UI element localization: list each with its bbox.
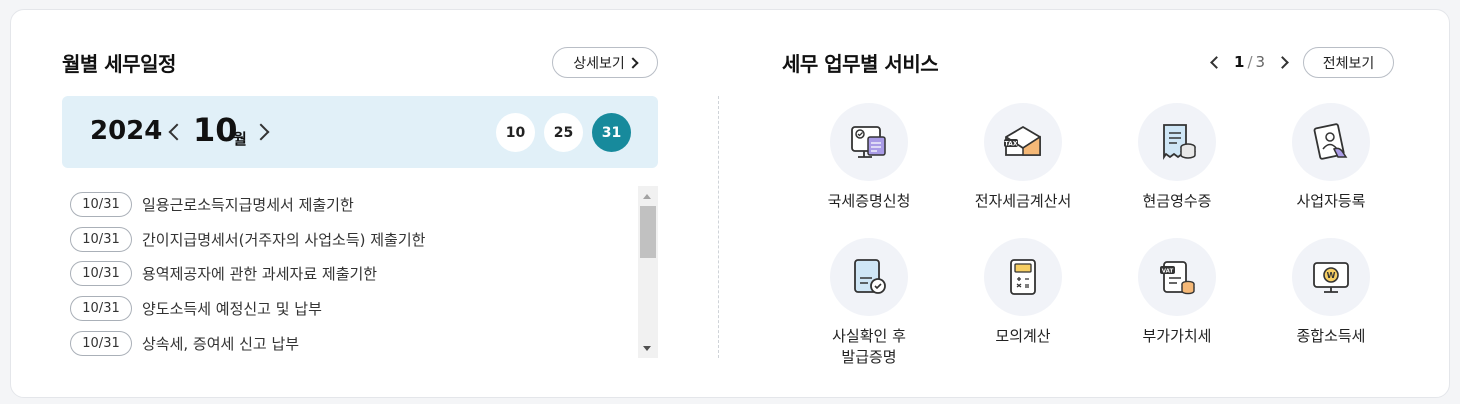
list-item[interactable]: 10/31 일용근로소득지급명세서 제출기한 [70,191,630,217]
date-tag: 10/31 [70,260,132,286]
chevron-left-icon [168,123,186,141]
detail-button-label: 상세보기 [573,55,625,72]
view-all-button[interactable]: 전체보기 [1303,47,1394,78]
list-item[interactable]: 10/31 상속세, 증여세 신고 납부 [70,330,630,356]
list-item[interactable]: 10/31 양도소득세 예정신고 및 납부 [70,295,630,321]
service-cash-receipt[interactable]: 현금영수증 [1102,103,1252,212]
services-panel: 세무 업무별 서비스 1 / 3 전체보기 국세증명신청 TAX 전자세금계산서… [782,10,1394,397]
schedule-text: 용역제공자에 관한 과세자료 제출기한 [142,264,378,283]
page-separator: / [1247,53,1253,71]
service-label: 전자세금계산서 [974,192,1072,210]
service-business-registration[interactable]: 사업자등록 [1256,103,1406,212]
date-tag: 10/31 [70,295,132,321]
service-label: 부가가치세 [1142,327,1212,345]
verified-document-icon [830,238,908,316]
calculator-icon [984,238,1062,316]
service-label: 국세증명신청 [827,192,911,210]
list-item[interactable]: 10/31 용역제공자에 관한 과세자료 제출기한 [70,260,630,286]
service-vat[interactable]: VAT 부가가치세 [1102,238,1252,347]
certificate-monitor-icon [830,103,908,181]
service-label: 사실확인 후 발급증명 [832,327,906,366]
prev-page-button[interactable] [1206,53,1224,71]
next-page-button[interactable] [1275,53,1293,71]
date-tag: 10/31 [70,191,132,217]
month-selector: 2024 10 월 10 25 31 [62,96,658,168]
chevron-left-icon [1210,55,1223,69]
schedule-text: 상속세, 증여세 신고 납부 [142,334,300,353]
schedule-text: 간이지급명세서(거주자의 사업소득) 제출기한 [142,230,426,249]
page-total: 3 [1255,53,1266,71]
service-label: 모의계산 [995,327,1051,345]
day-button-25[interactable]: 25 [544,113,583,152]
date-tag: 10/31 [70,330,132,356]
next-month-button[interactable] [252,120,271,144]
pagination: 1 / 3 [1206,53,1293,71]
month-number: 10 [193,111,238,149]
svg-text:W: W [1327,271,1336,280]
year-label: 2024 [90,116,163,146]
schedule-panel: 월별 세무일정 상세보기 2024 10 월 10 25 31 10/31 일용… [62,10,658,397]
scroll-down-icon[interactable] [643,346,651,351]
service-label: 현금영수증 [1142,192,1212,210]
service-label: 종합소득세 [1296,327,1366,345]
main-card: 월별 세무일정 상세보기 2024 10 월 10 25 31 10/31 일용… [10,9,1450,398]
page-current: 1 [1234,53,1245,71]
scroll-thumb[interactable] [640,206,656,258]
chevron-right-icon [1276,55,1289,69]
prev-month-button[interactable] [167,120,186,144]
svg-text:TAX: TAX [1005,141,1018,148]
date-tag: 10/31 [70,226,132,252]
detail-button[interactable]: 상세보기 [552,47,658,78]
schedule-text: 일용근로소득지급명세서 제출기한 [142,195,354,214]
schedule-title: 월별 세무일정 [62,52,176,76]
month-unit: 월 [233,130,247,148]
list-item[interactable]: 10/31 간이지급명세서(거주자의 사업소득) 제출기한 [70,226,630,252]
scroll-up-icon[interactable] [643,194,651,199]
receipt-coins-icon [1138,103,1216,181]
chevron-right-icon [252,123,270,141]
business-registration-icon [1292,103,1370,181]
service-fact-verification[interactable]: 사실확인 후 발급증명 [794,238,944,368]
day-button-31-selected[interactable]: 31 [592,113,631,152]
schedule-text: 양도소득세 예정신고 및 납부 [142,299,322,318]
list-scrollbar[interactable] [638,186,658,358]
income-tax-monitor-icon: W [1292,238,1370,316]
service-label: 사업자등록 [1296,192,1366,210]
chevron-right-icon [627,56,639,69]
service-e-tax-invoice[interactable]: TAX 전자세금계산서 [948,103,1098,212]
tax-envelope-icon: TAX [984,103,1062,181]
services-title: 세무 업무별 서비스 [782,52,939,76]
vat-document-icon: VAT [1138,238,1216,316]
panel-divider [718,96,719,358]
service-tax-certificate[interactable]: 국세증명신청 [794,103,944,212]
view-all-label: 전체보기 [1322,55,1375,72]
service-income-tax[interactable]: W 종합소득세 [1256,238,1406,347]
svg-text:VAT: VAT [1162,268,1174,274]
day-button-10[interactable]: 10 [496,113,535,152]
service-simulation[interactable]: 모의계산 [948,238,1098,347]
